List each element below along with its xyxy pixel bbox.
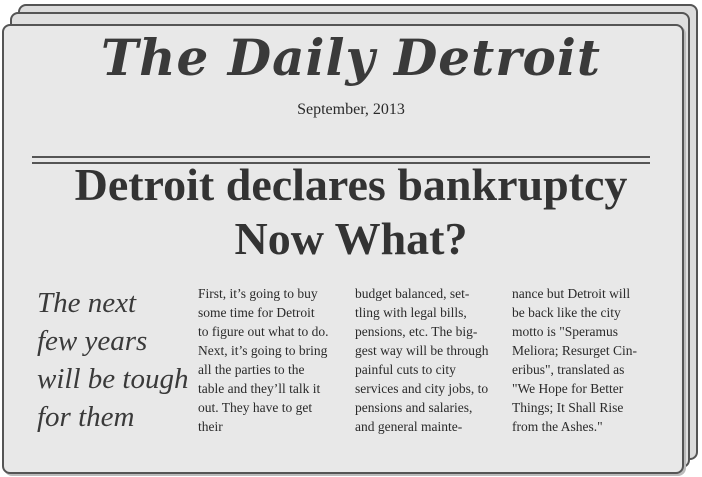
pull-quote: The next few years will be tough for the… (37, 287, 189, 433)
headline-line-2: Now What? (234, 213, 468, 264)
headline-line-1: Detroit declares bankruptcy (74, 159, 628, 210)
issue-date: September, 2013 (297, 101, 405, 118)
article-column-2: budget balanced, set- tling with legal b… (355, 286, 489, 434)
article-column-1: First, it’s going to buy some time for D… (198, 286, 329, 434)
headline: Detroit declares bankruptcy Now What? (0, 158, 702, 266)
masthead: The Daily Detroit (100, 28, 602, 87)
article-column-3: nance but Detroit will be back like the … (512, 286, 637, 434)
